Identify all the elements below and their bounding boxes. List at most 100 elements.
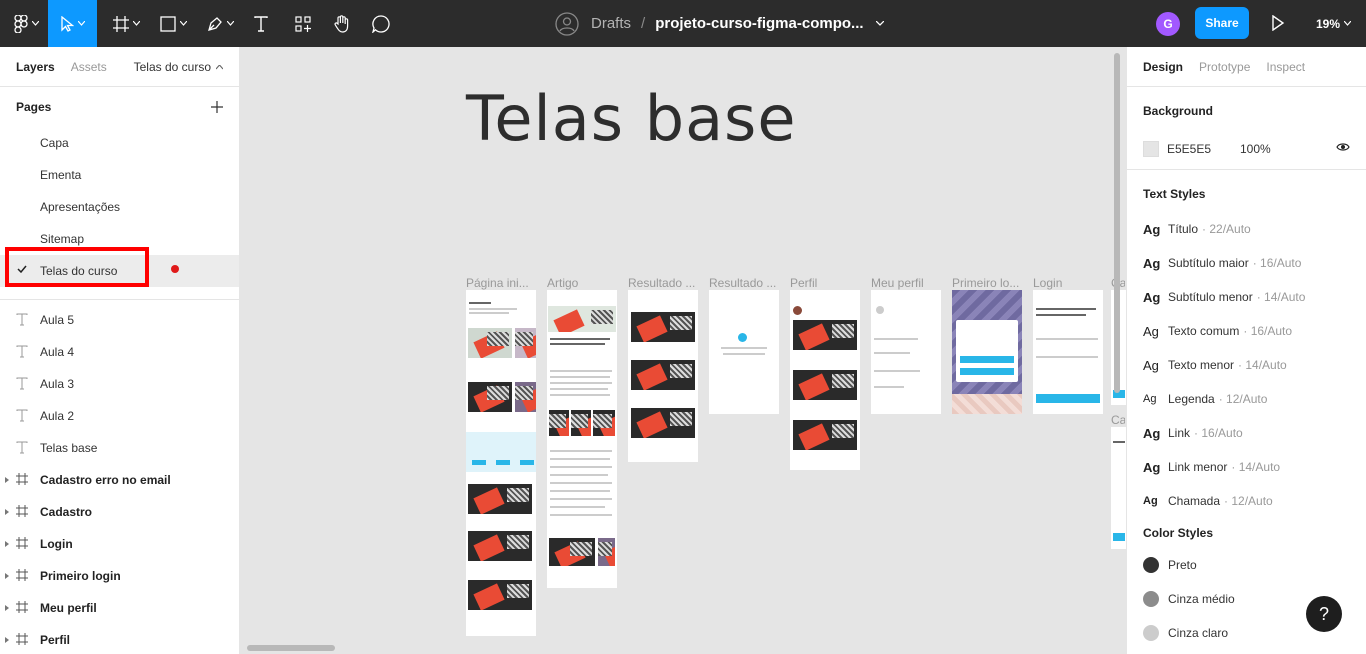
background-section: Background E5E5E5 100% [1127, 87, 1366, 170]
text-style-icon: Ag [1143, 289, 1161, 305]
frame-label[interactable]: Artigo [547, 276, 622, 290]
background-header: Background [1143, 104, 1214, 118]
layer-item[interactable]: Login [0, 528, 239, 560]
layer-item[interactable]: Cadastro erro no email [0, 464, 239, 496]
frame-label[interactable]: Resultado ... [709, 276, 784, 290]
share-button[interactable]: Share [1195, 7, 1249, 39]
frame-label[interactable]: Perfil [790, 276, 865, 290]
hand-tool-icon[interactable] [329, 0, 355, 47]
text-style-item[interactable]: Ag Título · 22/Auto [1143, 212, 1350, 246]
frame-primeiro-login[interactable] [952, 290, 1022, 414]
shape-tool-icon[interactable] [153, 0, 193, 47]
frame-resultado-2[interactable] [709, 290, 779, 414]
text-tool-icon[interactable] [248, 0, 274, 47]
layer-item[interactable]: Aula 3 [0, 368, 239, 400]
page-item[interactable]: Capa [0, 127, 239, 159]
frame-layer-icon [16, 473, 28, 485]
tab-design[interactable]: Design [1143, 60, 1183, 74]
figma-menu-icon[interactable] [8, 0, 44, 47]
frame-perfil[interactable] [790, 290, 860, 470]
background-swatch[interactable] [1143, 141, 1159, 157]
frame-label[interactable]: Resultado ... [628, 276, 703, 290]
team-avatar-icon [555, 11, 579, 36]
background-hex-input[interactable]: E5E5E5 [1167, 142, 1211, 156]
text-layer-icon [16, 409, 28, 422]
layer-item[interactable]: Primeiro login [0, 560, 239, 592]
frame-meu-perfil[interactable] [871, 290, 941, 414]
text-style-icon: Ag [1143, 495, 1158, 507]
frame-tool-icon[interactable] [106, 0, 146, 47]
toolbar: Drafts / projeto-curso-figma-compo... G … [0, 0, 1366, 47]
layer-label: Aula 5 [40, 313, 75, 327]
present-play-icon[interactable] [1271, 15, 1285, 31]
pen-tool-icon[interactable] [200, 0, 240, 47]
frame-pagina-inicial[interactable] [466, 290, 536, 636]
text-style-name: Link [1168, 426, 1191, 440]
tab-inspect[interactable]: Inspect [1266, 60, 1305, 74]
left-panel: Layers Assets Telas do curso Pages Capa … [0, 47, 240, 654]
comment-icon[interactable] [368, 0, 394, 47]
help-button[interactable]: ? [1306, 596, 1342, 632]
expand-arrow-icon[interactable] [5, 573, 9, 579]
text-style-item[interactable]: Ag Subtítulo maior · 16/Auto [1143, 246, 1350, 280]
frame-label[interactable]: Página ini... [466, 276, 541, 290]
zoom-menu[interactable]: 19% [1316, 0, 1352, 47]
horizontal-scrollbar[interactable] [247, 645, 335, 651]
frame-label[interactable]: Primeiro lo... [952, 276, 1027, 290]
eye-icon[interactable] [1336, 142, 1350, 152]
text-style-item[interactable]: Ag Link · 16/Auto [1143, 416, 1350, 450]
background-opacity-input[interactable]: 100% [1240, 142, 1271, 156]
color-style-name: Cinza médio [1168, 592, 1235, 606]
add-page-icon[interactable] [211, 101, 223, 113]
vertical-scrollbar[interactable] [1114, 53, 1120, 393]
expand-arrow-icon[interactable] [5, 509, 9, 515]
page-item[interactable]: Apresentações [0, 191, 239, 223]
layer-label: Login [40, 537, 73, 551]
layer-item[interactable]: Meu perfil [0, 592, 239, 624]
frame-label[interactable]: Login [1033, 276, 1108, 290]
avatar[interactable]: G [1156, 12, 1180, 36]
layer-item[interactable]: Aula 5 [0, 304, 239, 336]
expand-arrow-icon[interactable] [5, 605, 9, 611]
tab-layers[interactable]: Layers [16, 60, 55, 74]
file-name[interactable]: projeto-curso-figma-compo... [655, 15, 863, 32]
layer-item[interactable]: Cadastro [0, 496, 239, 528]
breadcrumb-project[interactable]: Drafts [591, 15, 631, 32]
text-layer-icon [16, 345, 28, 358]
text-style-item[interactable]: Ag Chamada · 12/Auto [1143, 484, 1350, 518]
text-style-item[interactable]: Ag Texto comum · 16/Auto [1143, 314, 1350, 348]
text-layer-icon [16, 441, 28, 454]
expand-arrow-icon[interactable] [5, 637, 9, 643]
layer-item[interactable]: Perfil [0, 624, 239, 654]
frame-layer-icon [16, 537, 28, 549]
tab-prototype[interactable]: Prototype [1199, 60, 1250, 74]
components-icon[interactable] [290, 0, 316, 47]
tab-assets[interactable]: Assets [71, 60, 107, 74]
color-style-item[interactable]: Preto [1143, 548, 1350, 582]
layer-item[interactable]: Aula 2 [0, 400, 239, 432]
layer-item[interactable]: Aula 4 [0, 336, 239, 368]
current-page-label: Telas do curso [133, 60, 211, 74]
text-style-item[interactable]: Ag Legenda · 12/Auto [1143, 382, 1350, 416]
frame-cadastro-erro-partial[interactable] [1111, 427, 1126, 549]
text-style-item[interactable]: Ag Texto menor · 14/Auto [1143, 348, 1350, 382]
text-style-item[interactable]: Ag Subtítulo menor · 14/Auto [1143, 280, 1350, 314]
expand-arrow-icon[interactable] [5, 477, 9, 483]
frame-layer-icon [16, 601, 28, 613]
move-tool-icon[interactable] [48, 0, 97, 47]
canvas-title-text[interactable]: Telas base [466, 82, 797, 155]
canvas[interactable]: Telas base Página ini... Artigo Resultad… [241, 47, 1126, 654]
frame-login[interactable] [1033, 290, 1103, 414]
frame-resultado-1[interactable] [628, 290, 698, 462]
chevron-down-icon[interactable] [875, 21, 884, 26]
frame-label[interactable]: Ca [1111, 413, 1125, 427]
layer-item[interactable]: Telas base [0, 432, 239, 464]
text-style-icon: Ag [1143, 323, 1159, 339]
text-style-item[interactable]: Ag Link menor · 14/Auto [1143, 450, 1350, 484]
page-item[interactable]: Ementa [0, 159, 239, 191]
current-page-selector[interactable]: Telas do curso [134, 47, 223, 87]
text-style-meta: · 12/Auto [1218, 392, 1268, 406]
frame-artigo[interactable] [547, 290, 617, 588]
expand-arrow-icon[interactable] [5, 541, 9, 547]
frame-label[interactable]: Meu perfil [871, 276, 946, 290]
